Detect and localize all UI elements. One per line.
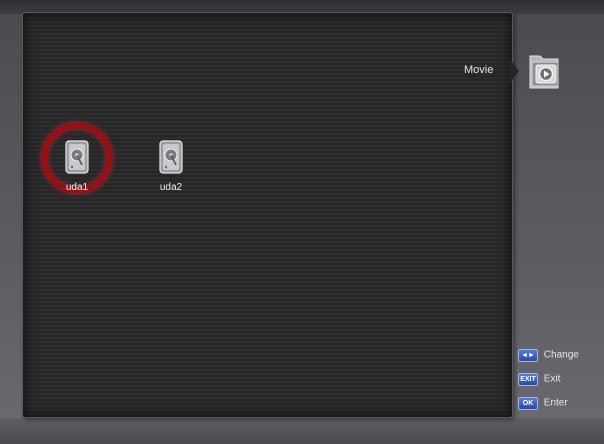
exit-key-icon: EXIT [518,373,538,386]
category-label: Movie [464,64,494,76]
device-uda1[interactable]: uda1 [42,140,112,193]
legend-exit: EXIT Exit [518,373,561,386]
arrow-keys-icon: ◄► [518,349,538,362]
device-label: uda2 [159,182,183,193]
movie-folder-icon [529,55,559,89]
legend-label: Change [543,349,579,361]
hard-disk-icon [65,140,89,174]
legend-enter: OK Enter [518,397,568,410]
device-label: uda1 [65,182,89,193]
legend-change: ◄► Change [518,349,579,362]
bottom-band [0,418,604,444]
legend-label: Enter [543,397,568,409]
hard-disk-icon [159,140,183,174]
category-pointer [509,58,519,84]
device-browser-panel [22,12,513,418]
device-uda2[interactable]: uda2 [136,140,206,193]
ok-key-icon: OK [518,397,538,410]
legend-label: Exit [543,373,561,385]
